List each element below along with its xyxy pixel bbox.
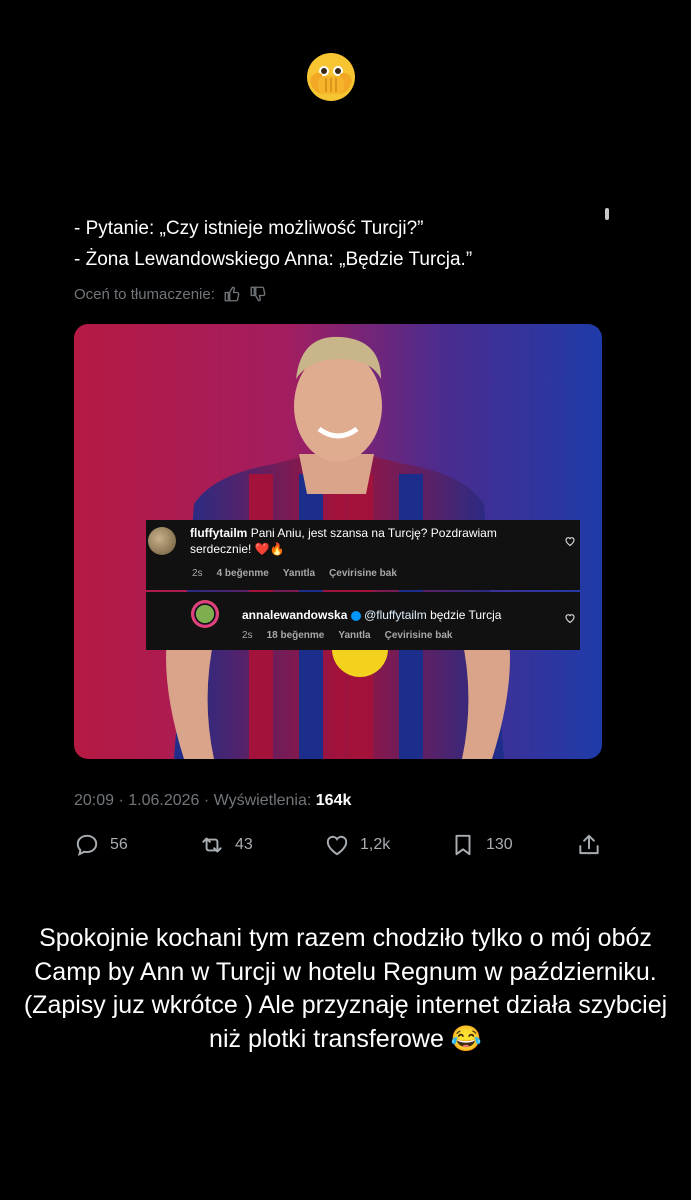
comment-age: 2s — [192, 568, 203, 579]
more-options-handle[interactable] — [605, 208, 609, 220]
comment-likes[interactable]: 4 beğenme — [217, 568, 269, 579]
retweet-count: 43 — [235, 836, 253, 853]
bookmark-icon — [455, 834, 471, 856]
see-translation-link[interactable]: Çevirisine bak — [385, 630, 453, 641]
mention-link[interactable]: @fluffytailm — [364, 608, 427, 622]
comment-age: 2s — [242, 630, 253, 641]
reply-button[interactable]: 56 — [74, 832, 128, 858]
tweet-meta: 20:09 · 1.06.2026 · Wyświetlenia: 164k — [74, 792, 351, 810]
thumbs-down-icon[interactable] — [249, 285, 267, 303]
comment-1: fluffytailm Pani Aniu, jest szansa na Tu… — [146, 520, 580, 590]
retweet-button[interactable]: 43 — [199, 832, 253, 858]
rate-translation-row: Oceń to tłumaczenie: — [74, 285, 267, 303]
reply-link[interactable]: Yanıtla — [283, 568, 315, 579]
view-count: 164k — [315, 792, 352, 809]
comment-text: Pani Aniu, jest szansa na Turcję? Pozdra… — [250, 526, 497, 540]
like-button[interactable]: 1,2k — [324, 832, 390, 858]
comment-likes[interactable]: 18 beğenme — [267, 630, 325, 641]
bookmark-count: 130 — [486, 836, 513, 853]
comment-username[interactable]: fluffytailm — [190, 526, 247, 540]
share-button[interactable] — [576, 832, 602, 858]
bookmark-button[interactable]: 130 — [450, 832, 513, 858]
reply-count: 56 — [110, 836, 128, 853]
see-translation-link[interactable]: Çevirisine bak — [329, 568, 397, 579]
comment-2-reply: annalewandowska @fluffytailm będzie Turc… — [146, 592, 580, 650]
reply-link[interactable]: Yanıtla — [338, 630, 370, 641]
tweet-text-line-1: - Pytanie: „Czy istnieje możliwość Turcj… — [74, 218, 424, 239]
like-count: 1,2k — [360, 836, 391, 853]
comment-username[interactable]: annalewandowska — [242, 608, 347, 622]
heart-icon[interactable] — [564, 535, 576, 547]
comment-text: będzie Turcja — [430, 608, 502, 622]
avatar[interactable] — [148, 527, 176, 555]
comment-text-line-2: serdecznie! ❤️🔥 — [190, 542, 285, 556]
story-caption: Spokojnie kochani tym razem chodziło tyl… — [23, 924, 668, 1053]
reply-bubble-icon — [76, 834, 98, 857]
tweet-time[interactable]: 20:09 · 1.06.2026 · Wyświetlenia: — [74, 792, 311, 809]
rate-translation-label: Oceń to tłumaczenie: — [74, 285, 215, 303]
retweet-icon — [202, 837, 222, 853]
heart-icon[interactable] — [564, 612, 576, 624]
heart-icon — [326, 835, 348, 856]
avatar[interactable] — [191, 600, 219, 628]
thumbs-up-icon[interactable] — [223, 285, 241, 303]
face-peeking-emoji-icon — [307, 53, 355, 101]
tweet-media-image[interactable]: fluffytailm Pani Aniu, jest szansa na Tu… — [74, 324, 602, 759]
tweet-text-line-2: - Żona Lewandowskiego Anna: „Będzie Turc… — [74, 249, 473, 270]
verified-badge-icon — [350, 610, 361, 621]
share-icon — [579, 834, 599, 855]
